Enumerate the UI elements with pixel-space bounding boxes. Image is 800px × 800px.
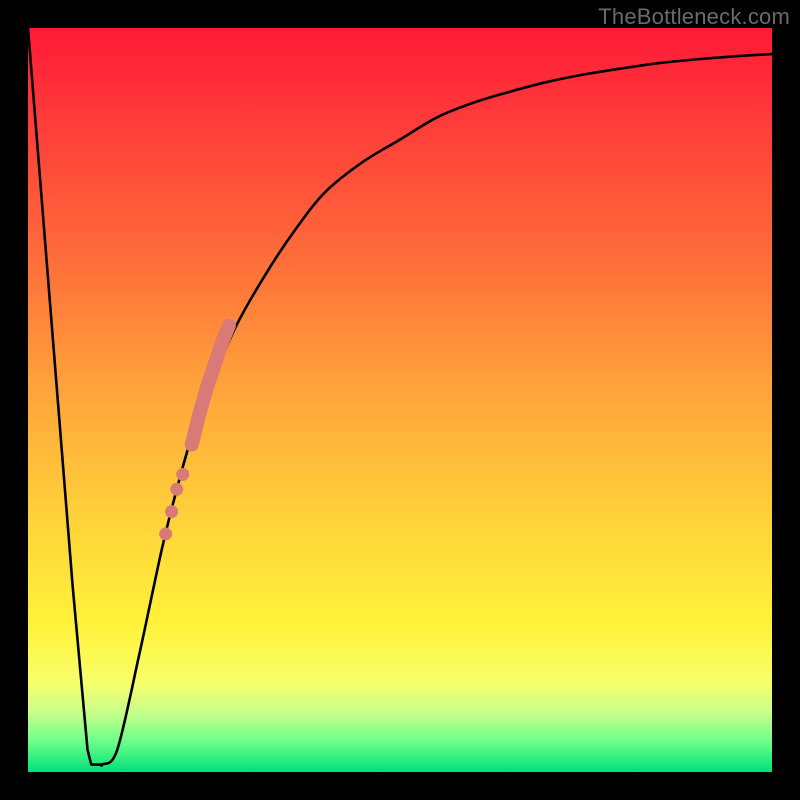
highlight-thick <box>192 326 229 445</box>
bottleneck-curve <box>28 28 772 766</box>
chart-plot-area <box>28 28 772 772</box>
chart-svg <box>28 28 772 772</box>
highlight-dot <box>170 483 183 496</box>
watermark-text: TheBottleneck.com <box>598 4 790 30</box>
highlight-segment <box>159 326 229 541</box>
highlight-dot <box>165 505 178 518</box>
chart-frame: TheBottleneck.com <box>0 0 800 800</box>
highlight-dot <box>176 468 189 481</box>
highlight-dot <box>159 527 172 540</box>
